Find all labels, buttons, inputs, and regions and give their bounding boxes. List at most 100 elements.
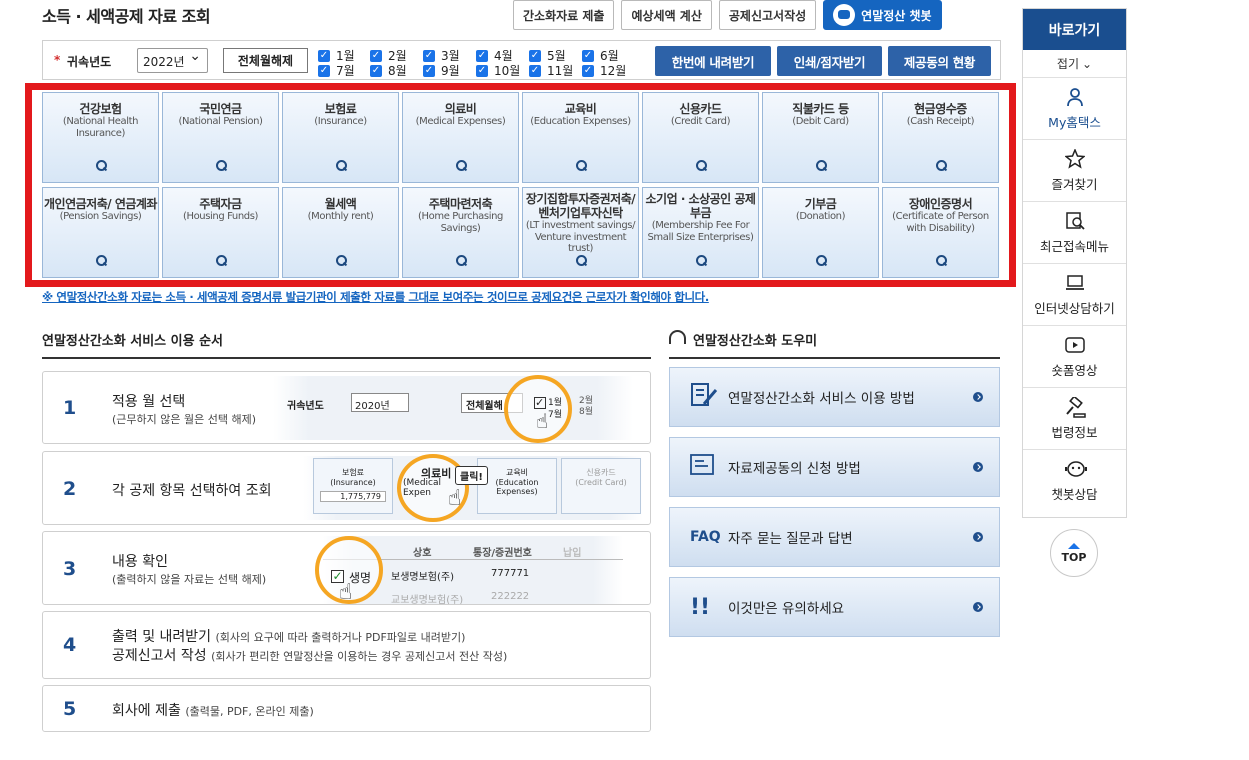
provider-consent-button[interactable]: 제공동의 현황 — [888, 46, 991, 76]
search-icon — [96, 160, 107, 171]
deduction-report-button[interactable]: 공제신고서작성 — [718, 0, 817, 30]
category-education[interactable]: 교육비 (Education Expenses) — [522, 92, 639, 183]
step-title: 출력 및 내려받기 — [112, 629, 212, 645]
step-title: 회사에 제출 — [112, 703, 181, 719]
click-tooltip: 클릭! — [455, 466, 488, 485]
month-checkbox-10[interactable]: ✓ 10월 — [476, 62, 520, 79]
sidebar-item-chatbot[interactable]: 챗봇상담 — [1023, 450, 1126, 512]
sidebar-item-recent-menu[interactable]: 최근접속메뉴 — [1023, 202, 1126, 264]
doc-icon — [690, 454, 720, 480]
helper-how-to-use[interactable]: 연말정산간소화 서비스 이용 방법 — [669, 367, 1000, 427]
search-icon — [336, 255, 347, 266]
sidebar-title: 바로가기 — [1023, 9, 1126, 50]
search-icon — [456, 160, 467, 171]
helper-faq[interactable]: FAQ 자주 묻는 질문과 답변 — [669, 507, 1000, 567]
sidebar-item-law-info[interactable]: 법령정보 — [1023, 388, 1126, 450]
step-title: 각 공제 항목 선택하여 조회 — [112, 483, 272, 499]
step-subtitle: (출력하지 않을 자료는 선택 해제) — [112, 573, 267, 586]
step-number: 3 — [63, 558, 77, 580]
arrow-right-icon — [973, 462, 983, 472]
chatbot-icon — [833, 4, 856, 26]
search-icon — [936, 255, 947, 266]
month-checkbox-9[interactable]: ✓ 9월 — [423, 62, 460, 79]
step-title-2: 공제신고서 작성 — [112, 648, 207, 664]
fold-button[interactable]: 접기 ⌄ — [1023, 50, 1126, 78]
year-label: 귀속년도 — [67, 55, 112, 69]
hand-cursor-icon: ☝ — [448, 486, 462, 511]
category-credit-card[interactable]: 신용카드 (Credit Card) — [642, 92, 759, 183]
category-national-pension[interactable]: 국민연금 (National Pension) — [162, 92, 279, 183]
warning-icon: !! — [690, 594, 711, 620]
helper-warning[interactable]: !! 이것만은 유의하세요 — [669, 577, 1000, 637]
month-checkbox-11[interactable]: ✓ 11월 — [529, 62, 573, 79]
category-highlight-box: 건강보험 (National Health Insurance) 국민연금 (Nat… — [25, 83, 1016, 287]
arrow-up-icon — [1068, 542, 1080, 549]
category-cash-receipt[interactable]: 현금영수증 (Cash Receipt) — [882, 92, 999, 183]
chatbot-label: 연말정산 챗봇 — [861, 8, 932, 23]
category-health-insurance[interactable]: 건강보험 (National Health Insurance) — [42, 92, 159, 183]
notice-link[interactable]: ※ 연말정산간소화 자료는 소득 · 세액공제 증명서류 발급기관이 제출한 자… — [42, 289, 709, 305]
gavel-icon — [1065, 394, 1086, 418]
search-icon — [216, 255, 227, 266]
sidebar-item-favorites[interactable]: 즐겨찾기 — [1023, 140, 1126, 202]
category-disability-cert[interactable]: 장애인증명서 (Certificate of Person with Disabi… — [882, 187, 999, 278]
category-pension-savings[interactable]: 개인연금저축/ 연금계좌 (Pension Savings) — [42, 187, 159, 278]
clear-months-button[interactable]: 전체월해제 — [223, 48, 308, 73]
step-number: 1 — [63, 397, 77, 419]
month-checkbox-8[interactable]: ✓ 8월 — [370, 62, 407, 79]
steps-title: 연말정산간소화 서비스 이용 순서 — [42, 330, 651, 359]
filter-bar: * 귀속년도 2022년 전체월해제 ✓1월 ✓2월 ✓3월 ✓4월 ✓5월 ✓… — [42, 40, 1001, 80]
step-number: 2 — [63, 478, 77, 500]
estimated-tax-button[interactable]: 예상세액 계산 — [621, 0, 712, 30]
search-icon — [816, 160, 827, 171]
step-3: 3 내용 확인 (출력하지 않을 자료는 선택 해제) 상호 통장/증권번호 납입… — [42, 531, 651, 605]
chatbot-icon — [1064, 459, 1087, 479]
scroll-top-button[interactable]: TOP — [1050, 529, 1098, 577]
headset-icon — [669, 330, 686, 344]
sidebar-item-my-hometax[interactable]: My홈택스 — [1023, 78, 1126, 140]
person-icon — [1065, 87, 1085, 107]
category-lt-investment[interactable]: 장기집합투자증권저축/ 벤처기업투자신탁 (LT investment savin… — [522, 187, 639, 278]
year-select[interactable]: 2022년 — [137, 48, 208, 73]
print-button[interactable]: 인쇄/점자받기 — [777, 46, 882, 76]
search-icon — [456, 255, 467, 266]
recent-menu-icon — [1065, 211, 1085, 231]
helper-consent[interactable]: 자료제공동의 신청 방법 — [669, 437, 1000, 497]
step-5: 5 회사에 제출 (출력물, PDF, 온라인 제출) — [42, 685, 651, 732]
category-debit-card[interactable]: 직불카드 등 (Debit Card) — [762, 92, 879, 183]
category-small-business[interactable]: 소기업 · 소상공인 공제부금 (Membership Fee For Small… — [642, 187, 759, 278]
search-icon — [216, 160, 227, 171]
category-donation[interactable]: 기부금 (Donation) — [762, 187, 879, 278]
search-icon — [96, 255, 107, 266]
arrow-right-icon — [973, 392, 983, 402]
chevron-down-icon: ⌄ — [1082, 56, 1093, 71]
search-icon — [576, 160, 587, 171]
search-icon — [816, 255, 827, 266]
step-title: 적용 월 선택 — [112, 394, 186, 410]
step-number: 5 — [63, 698, 77, 720]
sidebar-item-online-counsel[interactable]: 인터넷상담하기 — [1023, 264, 1126, 326]
download-all-button[interactable]: 한번에 내려받기 — [655, 46, 771, 76]
category-insurance[interactable]: 보험료 (Insurance) — [282, 92, 399, 183]
step-2: 2 각 공제 항목 선택하여 조회 보험료 (Insurance) 1,775,77… — [42, 451, 651, 525]
category-housing-funds[interactable]: 주택자금 (Housing Funds) — [162, 187, 279, 278]
submit-simplified-data-button[interactable]: 간소화자료 제출 — [513, 0, 615, 30]
arrow-right-icon — [973, 602, 983, 612]
category-medical[interactable]: 의료비 (Medical Expenses) — [402, 92, 519, 183]
category-monthly-rent[interactable]: 월세액 (Monthly rent) — [282, 187, 399, 278]
sidebar-item-shortform-video[interactable]: 숏폼영상 — [1023, 326, 1126, 388]
step-number: 4 — [63, 634, 77, 656]
helper-title: 연말정산간소화 도우미 — [669, 330, 1000, 359]
chatbot-button[interactable]: 연말정산 챗봇 — [823, 0, 942, 30]
quick-links-sidebar: 바로가기 접기 ⌄ My홈택스 즐겨찾기 최근접속메뉴 인터넷상담하기 숏폼영상 … — [1022, 8, 1127, 518]
play-icon — [1064, 335, 1085, 355]
month-checkbox-7[interactable]: ✓ 7월 — [318, 62, 355, 79]
category-home-savings[interactable]: 주택마련저축 (Home Purchasing Savings) — [402, 187, 519, 278]
step-subtitle: (회사의 요구에 따라 출력하거나 PDF파일로 내려받기) — [215, 631, 466, 644]
search-icon — [696, 255, 707, 266]
step-subtitle: (출력물, PDF, 온라인 제출) — [185, 705, 314, 718]
star-icon — [1063, 147, 1086, 169]
search-icon — [576, 255, 587, 266]
step-subtitle: (근무하지 않은 월은 선택 해제) — [112, 413, 257, 426]
month-checkbox-12[interactable]: ✓ 12월 — [582, 62, 626, 79]
